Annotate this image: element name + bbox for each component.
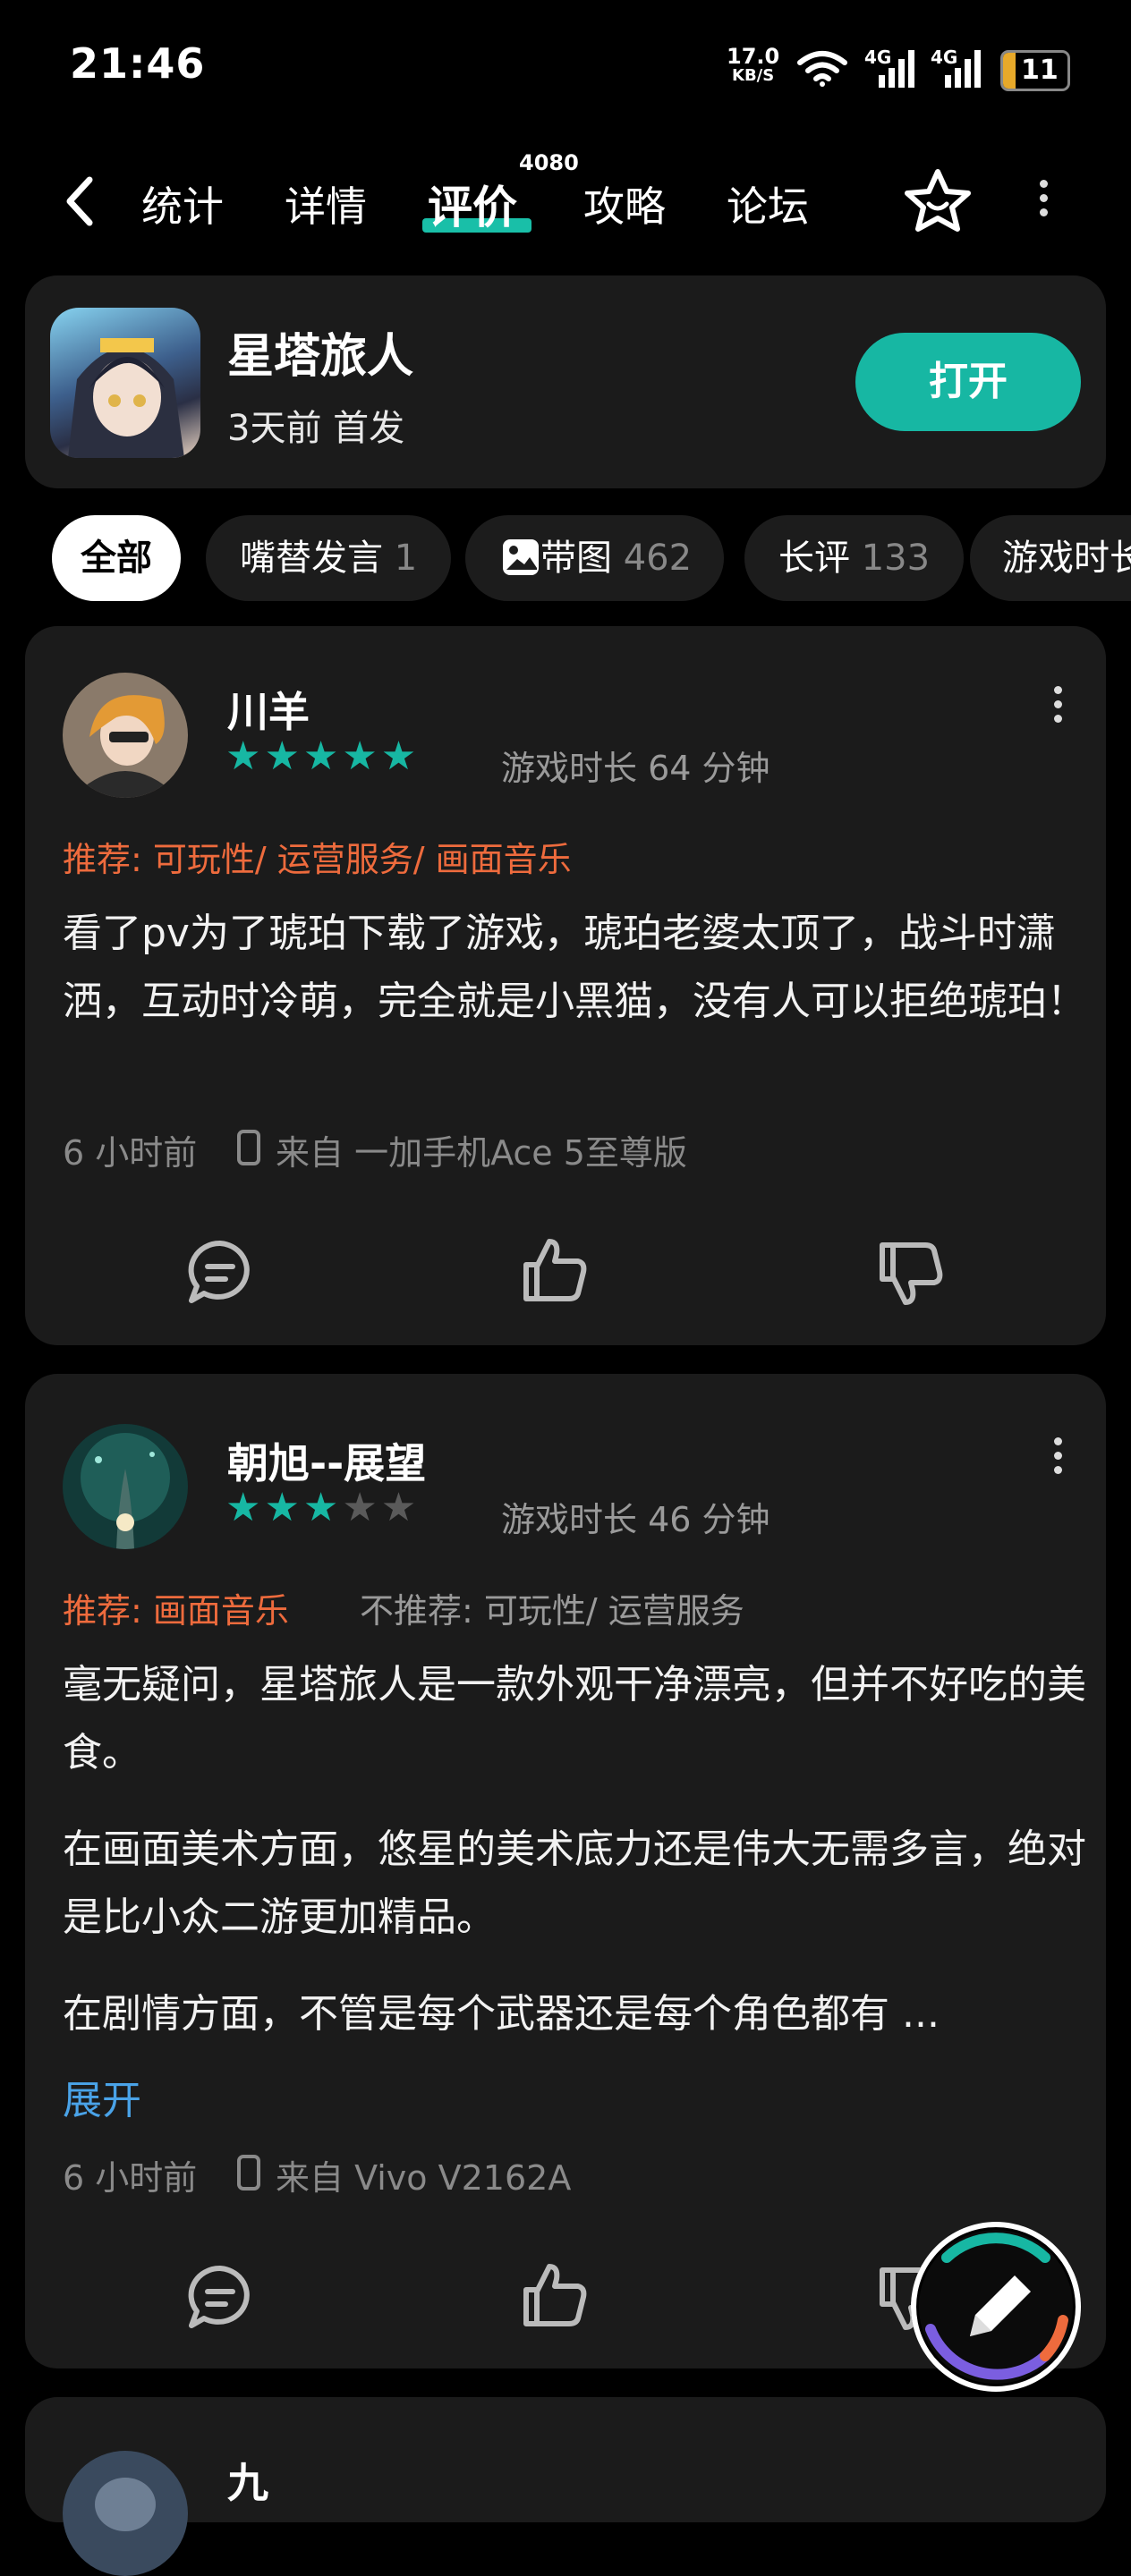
status-bar: 21:46 17.0 KB/S 4G 4G 11	[0, 0, 1131, 134]
network-speed: 17.0 KB/S	[727, 44, 780, 86]
username[interactable]: 九	[227, 2451, 268, 2510]
more-vertical-icon[interactable]	[1025, 174, 1061, 227]
star-outline-icon[interactable]	[902, 166, 974, 238]
tab-details[interactable]: 详情	[285, 174, 367, 233]
filter-label: 游戏时长	[1002, 538, 1131, 579]
filter-chip-quotable[interactable]: 嘴替发言 1	[206, 515, 452, 601]
write-review-button[interactable]	[911, 2222, 1081, 2392]
tab-forum[interactable]: 论坛	[727, 174, 809, 233]
filter-chip-with-images[interactable]: 带图 462	[465, 515, 725, 601]
device-info: 来自 一加手机Ace 5至尊版	[276, 1133, 687, 1173]
filter-count: 462	[623, 538, 693, 579]
open-app-button[interactable]: 打开	[855, 333, 1081, 431]
net-speed-unit: KB/S	[732, 66, 775, 85]
comment-icon[interactable]	[184, 2261, 256, 2333]
expand-link[interactable]: 展开	[63, 2068, 141, 2125]
filter-chip-long-review[interactable]: 长评 133	[744, 515, 965, 601]
pencil-icon	[919, 2230, 1073, 2384]
battery-level: 11	[1021, 55, 1059, 86]
filter-count: 133	[861, 538, 931, 579]
filter-chip-all[interactable]: 全部	[52, 515, 181, 601]
comment-icon[interactable]	[184, 1236, 256, 1308]
not-recommend-tags: 不推荐: 可玩性/ 运营服务	[360, 1591, 744, 1631]
recommend-tags: 推荐: 可玩性/ 运营服务/ 画面音乐	[63, 840, 572, 879]
avatar[interactable]	[63, 2451, 188, 2576]
signal-bars-icon	[879, 50, 914, 88]
net-speed-value: 17.0	[727, 44, 780, 69]
device-info: 来自 Vivo V2162A	[276, 2158, 572, 2198]
review-paragraph: 在画面美术方面，悠星的美术底力还是伟大无需多言，绝对是比小众二游更加精品。	[63, 1826, 1086, 1940]
filter-count: 1	[394, 538, 418, 579]
review-time: 6 小时前	[63, 1133, 198, 1173]
more-vertical-icon[interactable]	[1040, 680, 1076, 733]
app-icon	[50, 308, 200, 458]
username[interactable]: 川羊	[227, 680, 310, 739]
review-count-badge: 4080	[519, 150, 579, 175]
avatar[interactable]	[63, 673, 188, 798]
tab-stats[interactable]: 统计	[141, 174, 224, 233]
rating-stars: ★★★★★	[225, 733, 421, 779]
signal-bars-icon-2	[945, 50, 981, 88]
recommend-tags: 推荐: 画面音乐	[63, 1591, 289, 1631]
phone-icon	[237, 1130, 260, 1165]
filter-label: 全部	[81, 538, 152, 579]
phone-icon	[237, 2155, 260, 2190]
rating-stars: ★★★★★	[225, 1485, 421, 1530]
app-name: 星塔旅人	[227, 330, 414, 384]
wifi-icon	[797, 51, 847, 87]
filter-label: 嘴替发言	[240, 538, 383, 579]
clock: 21:46	[70, 39, 206, 88]
username[interactable]: 朝旭--展望	[227, 1431, 426, 1490]
thumb-up-icon[interactable]	[519, 1234, 591, 1306]
review-paragraph: 在剧情方面，不管是每个武器还是每个角色都有 ...	[63, 1991, 940, 2037]
app-release-info: 3天前 首发	[227, 408, 405, 449]
filter-label: 长评	[778, 538, 850, 579]
thumb-down-icon[interactable]	[875, 1238, 947, 1309]
tab-reviews[interactable]: 评价	[428, 172, 517, 236]
playtime: 游戏时长 64 分钟	[501, 749, 770, 788]
filter-chip-playtime[interactable]: 游戏时长	[970, 515, 1131, 601]
more-vertical-icon[interactable]	[1040, 1431, 1076, 1485]
playtime: 游戏时长 46 分钟	[501, 1500, 770, 1539]
avatar[interactable]	[63, 1424, 188, 1549]
image-icon	[503, 539, 539, 575]
filter-label: 带图	[540, 538, 612, 579]
battery-icon: 11	[1000, 50, 1070, 91]
thumb-up-icon[interactable]	[519, 2259, 591, 2331]
review-time: 6 小时前	[63, 2158, 198, 2198]
chevron-left-icon[interactable]	[63, 174, 98, 228]
tab-guides[interactable]: 攻略	[583, 174, 666, 233]
review-paragraph: 毫无疑问，星塔旅人是一款外观干净漂亮，但并不好吃的美食。	[63, 1662, 1086, 1775]
review-text: 看了pv为了琥珀下载了游戏，琥珀老婆太顶了，战斗时潇洒，互动时冷萌，完全就是小黑…	[63, 911, 1086, 1024]
